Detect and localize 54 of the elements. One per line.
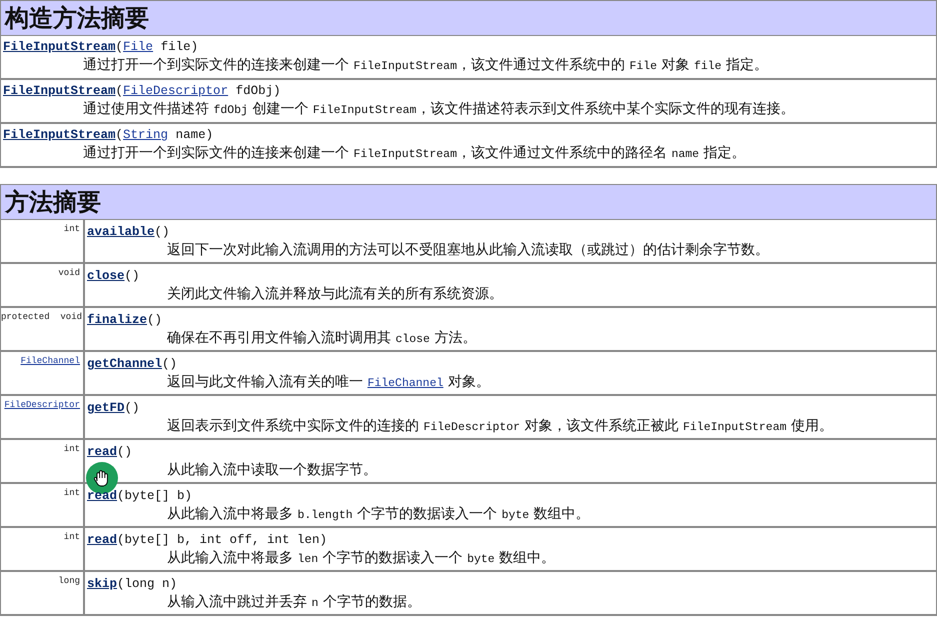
signature-text: fdObj) — [234, 84, 281, 98]
signature-text: name) — [174, 128, 214, 142]
member-link[interactable]: getChannel — [87, 357, 162, 371]
return-type-text: int — [64, 488, 80, 498]
member-link[interactable]: FileInputStream — [3, 84, 116, 98]
signature-text: (byte[] b, int off, int len) — [117, 533, 328, 547]
description-text: 返回表示到文件系统中实际文件的连接的 FileDescriptor 对象，该文件系统正被此 FileInputStream 使用。 — [167, 417, 833, 436]
description-text: 关闭此文件输入流并释放与此流有关的所有系统资源。 — [167, 285, 503, 304]
signature-text: (byte[] b) — [117, 489, 192, 503]
signature-text: () — [147, 313, 162, 327]
member-link[interactable]: close — [87, 269, 125, 283]
description-text: 从此输入流中读取一个数据字节。 — [167, 461, 377, 480]
description-text: 从此输入流中将最多 len 个字节的数据读入一个 byte 数组中。 — [167, 549, 556, 568]
return-type-text: void — [58, 268, 80, 278]
description-text: 返回下一次对此输入流调用的方法可以不受阻塞地从此输入流读取（或跳过）的估计剩余字节数。 — [167, 241, 769, 260]
description-text: 从输入流中跳过并丢弃 n 个字节的数据。 — [167, 593, 421, 612]
member-link[interactable]: skip — [87, 577, 118, 591]
type-link[interactable]: FileDescriptor — [123, 84, 228, 98]
member-link[interactable]: read — [87, 533, 118, 547]
signature-text: (long n) — [117, 577, 178, 591]
description-text: 通过打开一个到实际文件的连接来创建一个 FileInputStream，该文件通过文件系统中的路径名 name 指定。 — [83, 144, 746, 163]
member-link[interactable]: getFD — [87, 401, 125, 415]
signature-text: ( — [116, 128, 124, 142]
signature-text: () — [154, 225, 170, 239]
description-text: 通过使用文件描述符 fdObj 创建一个 FileInputStream，该文件描述符表示到文件系统中某个实际文件的现有连接。 — [83, 100, 794, 119]
member-link[interactable]: FileInputStream — [3, 40, 116, 54]
type-link[interactable]: File — [123, 40, 154, 54]
signature-text: ( — [116, 40, 124, 54]
return-type-text: long — [58, 576, 80, 586]
signature-text: () — [162, 357, 178, 371]
return-type-text: protected void — [1, 312, 82, 322]
member-link[interactable]: FileInputStream — [3, 128, 116, 142]
description-text: 通过打开一个到实际文件的连接来创建一个 FileInputStream，该文件通过文件系统中的 File 对象 file 指定。 — [83, 56, 768, 75]
type-link[interactable]: FileChannel — [367, 377, 444, 390]
description-text: 从此输入流中将最多 b.length 个字节的数据读入一个 byte 数组中。 — [167, 505, 590, 524]
section-title: 构造方法摘要 — [5, 3, 149, 34]
member-link[interactable]: finalize — [87, 313, 148, 327]
signature-text: () — [124, 401, 140, 415]
return-type-text: int — [64, 532, 80, 542]
signature-text: () — [124, 269, 140, 283]
signature-text: file) — [160, 40, 198, 54]
signature-text: () — [117, 445, 132, 459]
type-link[interactable]: FileChannel — [20, 356, 80, 366]
description-text: 返回与此文件输入流有关的唯一 FileChannel 对象。 — [167, 373, 490, 392]
member-link[interactable]: read — [87, 445, 118, 459]
description-text: 确保在不再引用文件输入流时调用其 close 方法。 — [167, 329, 476, 348]
member-link[interactable]: read — [87, 489, 118, 503]
section-title: 方法摘要 — [5, 187, 101, 218]
member-link[interactable]: available — [87, 225, 155, 239]
signature-text: ( — [116, 84, 124, 98]
type-link[interactable]: String — [123, 128, 168, 142]
return-type-text: int — [64, 444, 80, 454]
return-type-text: int — [64, 224, 80, 234]
type-link[interactable]: FileDescriptor — [4, 400, 80, 410]
